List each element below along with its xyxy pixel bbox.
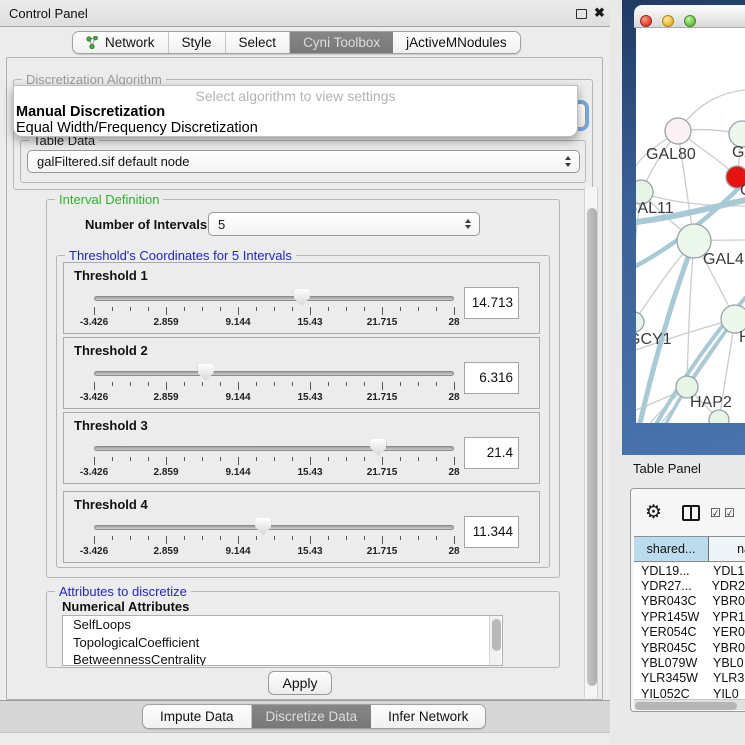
popup-placeholder: Select algorithm to view settings [14,88,577,104]
table-row[interactable]: YDR27...YDR2 [634,578,745,593]
threshold-3-value-field[interactable]: 21.4 [464,437,519,469]
float-window-icon[interactable] [576,9,587,19]
node-label: GAL80 [646,146,696,163]
slider-ticks [94,307,454,316]
list-item[interactable]: BetweennessCentrality [63,651,502,666]
threshold-2-box: Threshold 2 -3.426 2.859 9.144 15.43 21.… [63,337,540,409]
algorithm-dropdown-popup: Select algorithm to view settings Manual… [13,85,578,137]
network-icon [86,36,99,49]
minimize-traffic-light[interactable] [662,15,674,27]
panel-scrollbar-thumb[interactable] [587,208,597,686]
node-label: H [739,329,745,346]
list-item[interactable]: TopologicalCoefficient [63,634,502,652]
numerical-attributes-list[interactable]: SelfLoops TopologicalCoefficient Between… [62,615,503,666]
close-traffic-light[interactable] [640,15,652,27]
zoom-traffic-light[interactable] [684,15,696,27]
number-of-intervals-label: Number of Intervals [85,217,207,232]
apply-button[interactable]: Apply [268,671,332,695]
threshold-3-box: Threshold 3 -3.426 2.859 9.144 15.43 21.… [63,412,540,484]
table-data-combo[interactable]: galFiltered.sif default node [27,150,580,173]
threshold-4-slider-track[interactable] [94,525,454,530]
threshold-1-value-field[interactable]: 14.713 [464,287,519,319]
split-columns-icon[interactable] [682,505,700,521]
popup-option-equal-width[interactable]: Equal Width/Frequency Discretization [16,120,258,136]
column-header-shared-name[interactable]: shared... [634,537,709,561]
threshold-1-slider-track[interactable] [94,296,454,301]
node-label: GA [732,144,745,161]
table-body[interactable]: YDL19...YDL1 YDR27...YDR2 YBR043CYBR0 YP… [634,563,745,699]
slider-ticks [94,457,454,466]
tab-network[interactable]: Network [73,32,169,53]
node-label: GAL4 [703,251,744,268]
gear-icon[interactable]: ⚙ [645,501,662,524]
threshold-2-slider-thumb[interactable] [198,364,214,381]
tab-cyni-toolbox[interactable]: Cyni Toolbox [290,32,393,53]
node-label: HAP2 [690,394,732,411]
control-panel-titlebar: Control Panel ✖ [0,0,610,27]
combo-stepper-icon [460,219,476,230]
thresholds-title: Threshold's Coordinates for 5 Intervals [65,248,296,263]
node-gal80[interactable] [665,118,691,144]
tab-style[interactable]: Style [169,32,226,53]
threshold-4-slider-thumb[interactable] [255,518,271,535]
popup-option-manual-discretization[interactable]: Manual Discretization [16,104,165,120]
network-canvas[interactable]: GAL80 GA C GAL11 GAL4 GCY1 H HAP2 [636,28,745,423]
threshold-1-box: Threshold 1 -3.426 2.859 9.144 15.43 21.… [63,262,540,334]
tab-discretize-data[interactable]: Discretize Data [252,705,372,728]
tab-infer-network[interactable]: Infer Network [371,705,485,728]
node-label: C [740,182,745,199]
tab-select[interactable]: Select [226,32,291,53]
interval-definition-title: Interval Definition [55,192,163,207]
checkbox-icon[interactable]: ☑ [724,506,735,520]
threshold-1-slider-thumb[interactable] [294,289,310,306]
threshold-2-slider-track[interactable] [94,371,454,376]
threshold-3-slider-track[interactable] [94,446,454,451]
checkbox-icon[interactable]: ☑ [710,506,721,520]
panel-scrollbar[interactable] [584,187,598,698]
network-graph: GAL80 GA C GAL11 GAL4 GCY1 H HAP2 [636,28,745,423]
attributes-scrollbar[interactable] [489,616,501,665]
table-header-row: shared... na [634,536,745,562]
attributes-title: Attributes to discretize [55,584,191,599]
node-label: GCY1 [636,331,672,348]
control-panel-window: Control Panel ✖ Network Style Select Cyn… [0,0,610,745]
tab-jactivemnodules[interactable]: jActiveMNodules [393,32,520,53]
close-icon[interactable]: ✖ [594,5,605,21]
column-header-name[interactable]: na [709,537,745,561]
bottom-tabstrip: Impute Data Discretize Data Infer Networ… [142,704,486,729]
threshold-2-value-field[interactable]: 6.316 [464,362,519,394]
list-item[interactable]: SelfLoops [63,616,502,634]
threshold-4-value-field[interactable]: 11.344 [464,516,519,548]
slider-ticks [94,382,454,391]
table-row[interactable]: YDL19...YDL1 [634,563,745,578]
top-tabstrip: Network Style Select Cyni Toolbox jActiv… [72,31,521,54]
tab-impute-data[interactable]: Impute Data [143,705,252,728]
slider-ticks [94,536,454,545]
combo-stepper-icon [560,156,576,167]
panel-title: Control Panel [9,6,88,21]
network-window-titlebar[interactable] [634,5,745,28]
node-gcy1[interactable] [636,312,644,332]
table-row[interactable]: YIL052CYIL0 [634,686,745,699]
numerical-attributes-label: Numerical Attributes [62,599,189,614]
table-row[interactable]: YBL079WYBL0 [634,655,745,670]
table-row[interactable]: YPR145WYPR1 [634,609,745,624]
table-row[interactable]: YBR045CYBR0 [634,640,745,655]
table-panel-title: Table Panel [633,461,701,476]
node-label: GAL11 [636,200,674,217]
number-of-intervals-combo[interactable]: 5 [208,212,480,236]
table-row[interactable]: YER054CYER0 [634,625,745,640]
table-horizontal-scrollbar[interactable] [634,699,745,710]
table-row[interactable]: YLR345WYLR3 [634,671,745,686]
table-hscrollbar-thumb[interactable] [635,702,737,710]
threshold-3-slider-thumb[interactable] [370,439,386,456]
table-row[interactable]: YBR043CYBR0 [634,594,745,609]
threshold-4-box: Threshold 4 -3.426 2.859 9.144 15.43 21.… [63,491,540,563]
